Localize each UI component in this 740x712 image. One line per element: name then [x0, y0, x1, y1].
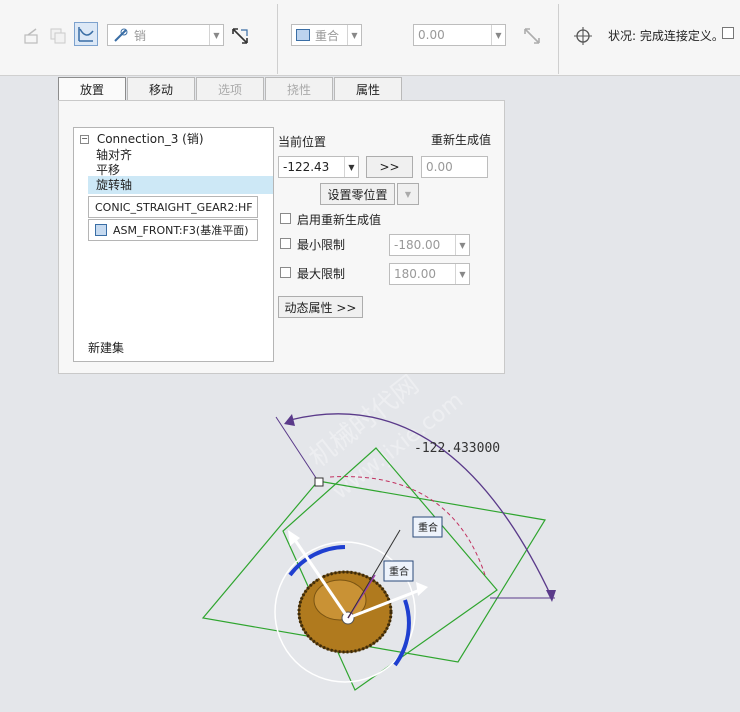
constraint-value: 重合 — [315, 28, 340, 43]
ribbon-toolbar: 销 ▼ 重合 ▼ 0.00 ▼ 状况: 完成连接定义。 — [0, 0, 740, 76]
current-position-value: -122.43 — [283, 160, 330, 174]
chevron-down-icon: ▼ — [347, 25, 361, 45]
constraint-tag-1-label: 重合 — [418, 521, 438, 534]
min-limit-checkbox[interactable] — [280, 238, 291, 249]
watermark: 机械时代网 www.jixie.com — [304, 370, 468, 505]
max-limit-value: 180.00 — [394, 267, 436, 281]
dimension-arrowhead — [546, 590, 556, 602]
dashboard-tabs: 放置 移动 选项 挠性 属性 — [58, 77, 403, 101]
chevron-down-icon: ▼ — [491, 25, 505, 45]
chevron-down-icon: ▼ — [455, 235, 469, 255]
toolbar-separator — [277, 4, 278, 74]
chevron-down-icon: ▼ — [455, 264, 469, 284]
max-limit-label: 最大限制 — [297, 267, 346, 281]
reference-gear[interactable]: CONIC_STRAIGHT_GEAR2:HF — [88, 196, 258, 218]
chevron-down-icon: ▼ — [344, 157, 358, 177]
mechanism-connection-icon[interactable] — [74, 22, 98, 46]
dynamic-properties-button[interactable]: 动态属性 >> — [278, 296, 363, 318]
zero-options-dropdown[interactable]: ▼ — [397, 183, 419, 205]
offset-input[interactable]: 0.00 ▼ — [413, 24, 506, 46]
min-limit-input[interactable]: -180.00 ▼ — [389, 234, 470, 256]
copy-icon[interactable] — [46, 24, 70, 48]
toolbar-separator — [558, 4, 559, 74]
connection-tree: − Connection_3 (销) 轴对齐 平移 旋转轴 CONIC_STRA… — [73, 127, 274, 362]
regen-value: 0.00 — [426, 160, 453, 174]
angle-dimension-text[interactable]: -122.433000 — [414, 441, 500, 456]
current-position-label: 当前位置 — [278, 135, 327, 149]
connection-type-select[interactable]: 销 ▼ — [107, 24, 224, 46]
regen-value-label: 重新生成值 — [431, 133, 492, 147]
new-set-link[interactable]: 新建集 — [88, 339, 124, 356]
tree-row-connection[interactable]: − Connection_3 (销) — [80, 130, 204, 147]
coincident-icon — [296, 29, 310, 41]
flip-icon[interactable] — [228, 24, 252, 48]
drag-components-icon[interactable] — [571, 24, 595, 48]
user-defined-icon[interactable] — [20, 24, 44, 48]
connection-name: Connection_3 (销) — [96, 132, 204, 146]
reference-datum-label: ASM_FRONT:F3(基准平面) — [113, 224, 249, 237]
drag-handle[interactable] — [314, 477, 324, 487]
connection-type-value: 销 — [134, 28, 147, 43]
constraint-tag-2-label: 重合 — [389, 565, 409, 578]
tab-properties[interactable]: 属性 — [334, 77, 402, 101]
tab-flexibility[interactable]: 挠性 — [265, 77, 333, 101]
tab-options[interactable]: 选项 — [196, 77, 264, 101]
reference-datum-plane[interactable]: ASM_FRONT:F3(基准平面) — [88, 219, 258, 241]
offset-value: 0.00 — [418, 28, 445, 42]
max-limit-input[interactable]: 180.00 ▼ — [389, 263, 470, 285]
min-limit-value: -180.00 — [394, 238, 441, 252]
chevron-down-icon: ▼ — [209, 25, 223, 45]
flip-constraint-icon[interactable] — [520, 24, 544, 48]
min-limit-label: 最小限制 — [297, 238, 346, 252]
collapse-icon[interactable]: − — [80, 135, 89, 144]
window-icon[interactable] — [722, 27, 734, 39]
rotation-handle[interactable] — [393, 599, 411, 667]
set-zero-button[interactable]: 设置零位置 — [320, 183, 395, 205]
max-limit-checkbox[interactable] — [280, 267, 291, 278]
tab-move[interactable]: 移动 — [127, 77, 195, 101]
enable-regen-checkbox[interactable] — [280, 213, 291, 224]
datum-plane-icon — [95, 224, 107, 236]
tab-placement[interactable]: 放置 — [58, 77, 126, 101]
constraint-select[interactable]: 重合 ▼ — [291, 24, 362, 46]
enable-regen-label: 启用重新生成值 — [297, 213, 382, 227]
placement-panel: − Connection_3 (销) 轴对齐 平移 旋转轴 CONIC_STRA… — [58, 100, 505, 374]
pin-icon — [114, 28, 128, 42]
status-text: 状况: 完成连接定义。 — [608, 29, 724, 43]
current-position-input[interactable]: -122.43 ▼ — [278, 156, 359, 178]
drag-arrowhead — [416, 582, 428, 596]
regen-value-input[interactable]: 0.00 — [421, 156, 488, 178]
dimension-arrowhead — [284, 414, 295, 426]
tree-item-rotation-axis[interactable]: 旋转轴 — [88, 176, 273, 194]
copy-value-button[interactable]: >> — [366, 156, 413, 178]
